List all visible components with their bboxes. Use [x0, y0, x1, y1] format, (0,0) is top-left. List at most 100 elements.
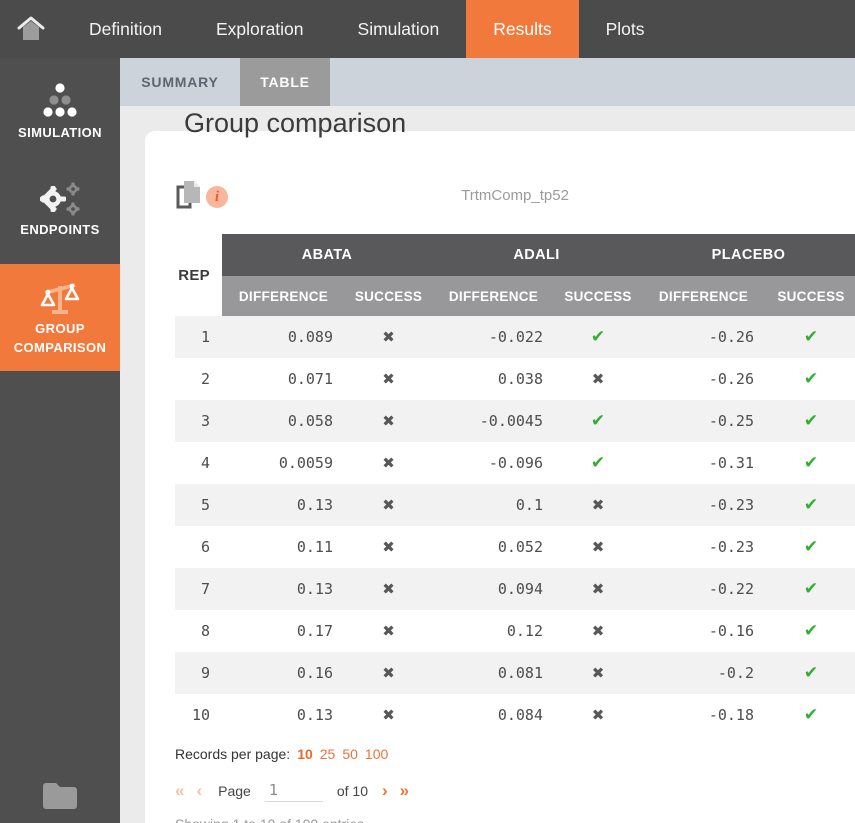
difference-cell: -0.16 — [641, 610, 766, 652]
failure-cross-icon: ✖ — [592, 581, 605, 598]
sidebar-item-simulation[interactable]: SIMULATION — [0, 72, 120, 153]
table-row: 80.17✖0.12✖-0.16✔ — [175, 610, 855, 652]
sidebar-folder-button[interactable] — [0, 780, 120, 817]
top-nav: Definition Exploration Simulation Result… — [0, 0, 855, 58]
sidebar-item-endpoints[interactable]: ENDPOINTS — [0, 169, 120, 250]
page-label: Page — [218, 783, 251, 799]
difference-cell: -0.022 — [432, 316, 555, 358]
difference-cell: -0.23 — [641, 526, 766, 568]
failure-cross-icon: ✖ — [592, 497, 605, 514]
success-check-icon: ✔ — [804, 453, 818, 472]
rep-cell: 3 — [175, 400, 222, 442]
subheader-difference: DIFFERENCE — [222, 276, 345, 316]
failure-cross-icon: ✖ — [382, 539, 395, 556]
records-option-25[interactable]: 25 — [320, 746, 336, 762]
success-cell: ✔ — [766, 694, 855, 736]
nav-item-plots[interactable]: Plots — [579, 0, 672, 58]
table-row: 70.13✖0.094✖-0.22✔ — [175, 568, 855, 610]
difference-cell: 0.094 — [432, 568, 555, 610]
records-option-50[interactable]: 50 — [342, 746, 358, 762]
page-number-input[interactable] — [265, 779, 323, 802]
rep-cell: 2 — [175, 358, 222, 400]
success-cell: ✔ — [766, 316, 855, 358]
difference-cell: 0.13 — [222, 568, 345, 610]
previous-page-icon[interactable]: ‹ — [196, 782, 202, 799]
success-cell: ✖ — [555, 358, 641, 400]
difference-cell: -0.26 — [641, 358, 766, 400]
failure-cross-icon: ✖ — [382, 413, 395, 430]
success-cell: ✔ — [766, 568, 855, 610]
sidebar-item-label: SIMULATION — [18, 125, 102, 140]
difference-cell: -0.22 — [641, 568, 766, 610]
subheader-success: SUCCESS — [766, 276, 855, 316]
rep-cell: 5 — [175, 484, 222, 526]
first-page-icon[interactable]: « — [175, 782, 184, 799]
sidebar-item-group-comparison[interactable]: GROUP COMPARISON — [0, 264, 120, 372]
rep-cell: 10 — [175, 694, 222, 736]
balance-scale-icon — [6, 278, 114, 316]
success-cell: ✖ — [345, 400, 432, 442]
success-check-icon: ✔ — [591, 411, 605, 430]
success-cell: ✖ — [345, 652, 432, 694]
tab-table[interactable]: TABLE — [240, 58, 330, 106]
success-cell: ✖ — [555, 610, 641, 652]
success-check-icon: ✔ — [804, 705, 818, 724]
nav-item-results[interactable]: Results — [466, 0, 578, 58]
nav-item-simulation[interactable]: Simulation — [331, 0, 467, 58]
failure-cross-icon: ✖ — [382, 497, 395, 514]
group-comparison-table: REP ABATA ADALI PLACEBO DIFFERENCE SUCCE… — [175, 234, 855, 736]
difference-cell: 0.13 — [222, 484, 345, 526]
last-page-icon[interactable]: » — [400, 782, 409, 799]
success-check-icon: ✔ — [804, 579, 818, 598]
failure-cross-icon: ✖ — [382, 665, 395, 682]
rep-cell: 7 — [175, 568, 222, 610]
failure-cross-icon: ✖ — [592, 539, 605, 556]
rep-cell: 9 — [175, 652, 222, 694]
success-check-icon: ✔ — [804, 621, 818, 640]
rep-cell: 6 — [175, 526, 222, 568]
difference-cell: -0.31 — [641, 442, 766, 484]
difference-cell: 0.16 — [222, 652, 345, 694]
difference-cell: 0.089 — [222, 316, 345, 358]
subheader-difference: DIFFERENCE — [432, 276, 555, 316]
success-check-icon: ✔ — [804, 663, 818, 682]
success-check-icon: ✔ — [591, 327, 605, 346]
home-button[interactable] — [0, 0, 62, 58]
difference-cell: 0.038 — [432, 358, 555, 400]
success-cell: ✔ — [766, 610, 855, 652]
failure-cross-icon: ✖ — [382, 371, 395, 388]
home-icon — [15, 13, 47, 45]
failure-cross-icon: ✖ — [592, 623, 605, 640]
success-cell: ✔ — [555, 316, 641, 358]
folder-icon — [40, 780, 80, 812]
content-area: Group comparison i TrtmComp_tp52 — [120, 106, 855, 823]
nav-item-exploration[interactable]: Exploration — [189, 0, 331, 58]
records-option-10[interactable]: 10 — [297, 746, 313, 762]
difference-cell: 0.13 — [222, 694, 345, 736]
failure-cross-icon: ✖ — [382, 329, 395, 346]
success-cell: ✔ — [555, 442, 641, 484]
difference-cell: 0.081 — [432, 652, 555, 694]
table-row: 40.0059✖-0.096✔-0.31✔ — [175, 442, 855, 484]
failure-cross-icon: ✖ — [382, 623, 395, 640]
next-page-icon[interactable]: › — [382, 782, 388, 799]
table-row: 50.13✖0.1✖-0.23✔ — [175, 484, 855, 526]
nav-item-definition[interactable]: Definition — [62, 0, 189, 58]
difference-cell: -0.26 — [641, 316, 766, 358]
cluster-dots-icon — [6, 82, 114, 120]
success-check-icon: ✔ — [804, 411, 818, 430]
group-header-adali: ADALI — [432, 234, 641, 276]
failure-cross-icon: ✖ — [382, 455, 395, 472]
tab-summary[interactable]: SUMMARY — [120, 58, 240, 106]
success-cell: ✖ — [345, 610, 432, 652]
difference-cell: -0.23 — [641, 484, 766, 526]
gears-icon — [6, 179, 114, 217]
page-of-label: of 10 — [337, 783, 368, 799]
rep-cell: 1 — [175, 316, 222, 358]
page-title: Group comparison — [184, 108, 406, 139]
group-header-placebo: PLACEBO — [641, 234, 855, 276]
table-row: 20.071✖0.038✖-0.26✔ — [175, 358, 855, 400]
records-option-100[interactable]: 100 — [365, 746, 388, 762]
success-cell: ✖ — [345, 694, 432, 736]
subheader-success: SUCCESS — [345, 276, 432, 316]
